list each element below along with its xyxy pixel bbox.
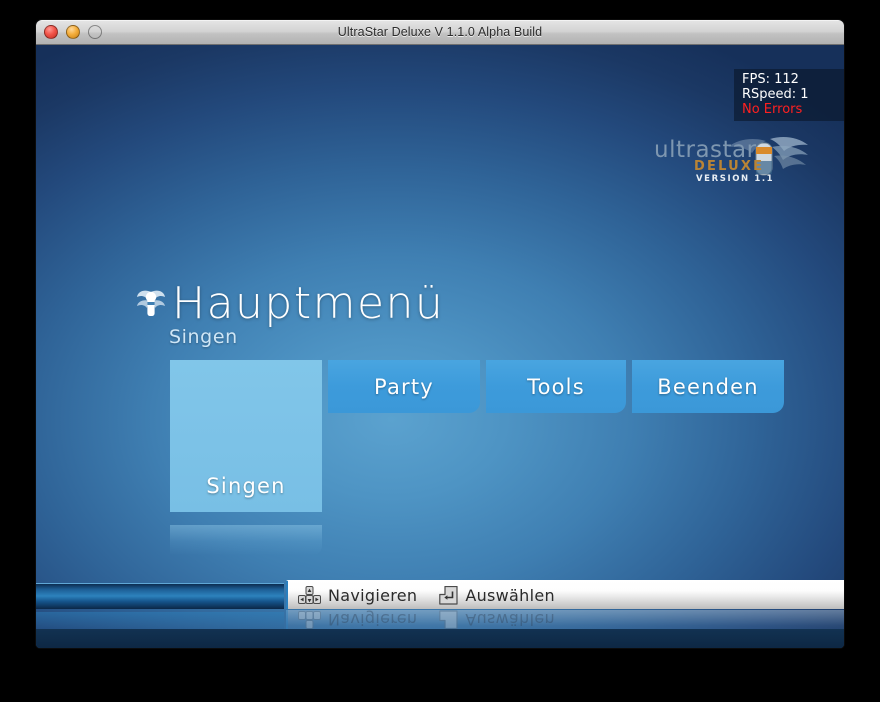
menu-item-tools[interactable]: Tools <box>486 360 626 413</box>
menu-item-label: Singen <box>206 474 286 498</box>
screen-root: UltraStar Deluxe V 1.1.0 Alpha Build FPS… <box>0 0 880 702</box>
logo-deluxe-text: DELUXE <box>694 159 764 174</box>
logo-version-text: VERSION 1.1 <box>696 174 774 184</box>
fps-counter: FPS: 112 <box>742 72 799 87</box>
debug-overlay: FPS: 112 RSpeed: 1 No Errors <box>734 69 844 121</box>
left-accent-bar <box>36 583 284 609</box>
game-viewport: FPS: 112 RSpeed: 1 No Errors ultrastar D… <box>36 45 844 648</box>
page-subtitle: Singen <box>169 326 238 348</box>
status-action-label-reflection: Auswählen <box>465 610 555 629</box>
enter-key-icon <box>439 585 458 605</box>
application-window: UltraStar Deluxe V 1.1.0 Alpha Build FPS… <box>36 20 844 648</box>
page-header: Hauptmenü Singen <box>136 281 444 348</box>
menu-item-party[interactable]: Party <box>328 360 480 413</box>
status-action-navigate-reflection: Navigieren <box>298 610 417 629</box>
dpad-icon-reflection <box>298 611 321 629</box>
menu-item-label: Party <box>374 374 434 399</box>
menu-item-label: Tools <box>527 374 585 399</box>
status-action-select-reflection: Auswählen <box>439 610 555 629</box>
bottom-fill <box>36 629 844 648</box>
status-action-label: Navigieren <box>328 585 418 605</box>
error-status: No Errors <box>742 102 803 117</box>
status-action-navigate[interactable]: Navigieren <box>298 585 418 605</box>
menu-item-singen[interactable]: Singen <box>170 360 322 512</box>
bottom-status-area: Navigieren Auswählen Navigieren Auswähle… <box>36 579 844 648</box>
status-action-select[interactable]: Auswählen <box>439 585 555 605</box>
status-bar: Navigieren Auswählen <box>286 580 844 609</box>
logo-graphic: ultrastar DELUXE VERSION 1.1 <box>654 137 808 184</box>
left-accent-bar-reflection <box>36 612 284 630</box>
menu-item-label: Beenden <box>657 374 759 399</box>
window-title: UltraStar Deluxe V 1.1.0 Alpha Build <box>337 25 543 39</box>
menu-item-beenden[interactable]: Beenden <box>632 360 784 413</box>
dpad-icon <box>298 585 321 604</box>
page-title: Hauptmenü <box>172 278 445 329</box>
status-action-label-reflection: Navigieren <box>328 610 418 629</box>
rspeed-counter: RSpeed: 1 <box>742 87 809 102</box>
winged-microphone-icon <box>137 290 165 316</box>
header-title-row: Hauptmenü <box>136 281 444 327</box>
window-titlebar[interactable]: UltraStar Deluxe V 1.1.0 Alpha Build <box>36 20 844 45</box>
ultrastar-logo: ultrastar DELUXE VERSION 1.1 <box>652 131 822 185</box>
status-action-label: Auswählen <box>465 585 555 605</box>
enter-key-icon-reflection <box>439 610 458 629</box>
selected-button-reflection <box>170 525 322 555</box>
main-menu: Singen Party Tools Beenden <box>170 360 784 512</box>
